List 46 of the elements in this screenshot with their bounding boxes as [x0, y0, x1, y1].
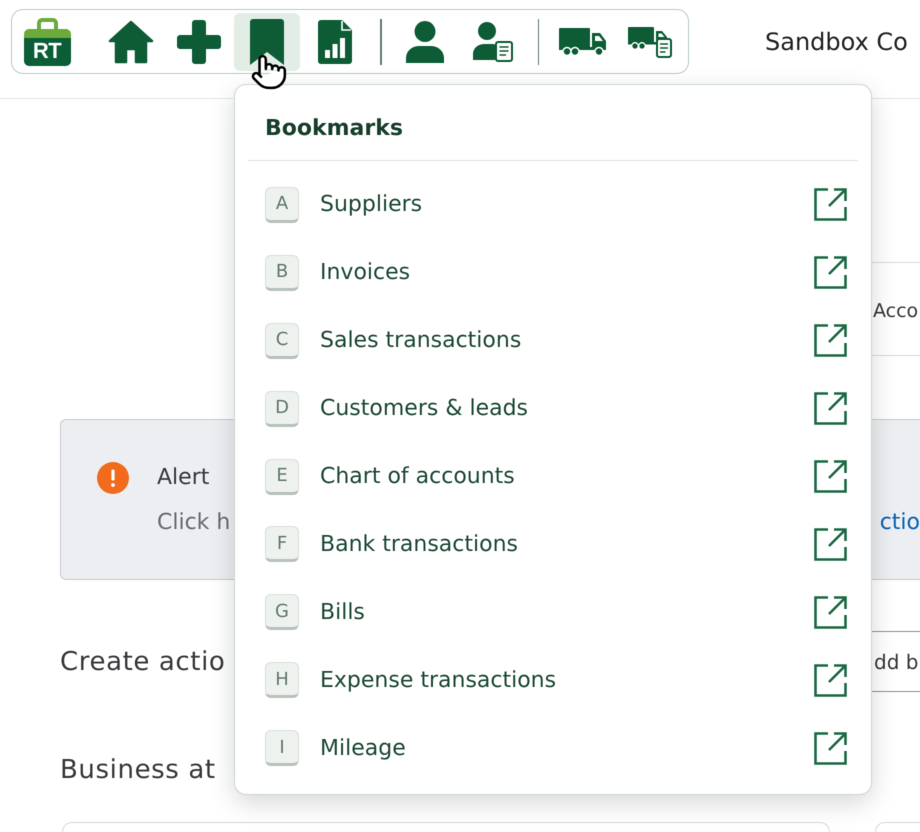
bookmark-link[interactable]: Chart of accounts — [320, 464, 515, 489]
truck-icon — [558, 28, 606, 56]
person-icon — [406, 20, 444, 62]
bookmark-link[interactable]: Customers & leads — [320, 396, 528, 422]
shortcut-key: C — [265, 322, 299, 359]
alert-icon — [97, 462, 129, 494]
summary-card — [875, 822, 920, 832]
shortcut-key: E — [265, 458, 299, 494]
shortcut-key: D — [265, 390, 299, 427]
external-link-icon[interactable] — [813, 323, 848, 358]
alert-title: Alert — [157, 464, 210, 492]
alert-link[interactable]: ctio — [880, 508, 920, 538]
external-link-icon[interactable] — [813, 459, 848, 494]
home-icon — [108, 20, 154, 64]
bookmark-link[interactable]: Sales transactions — [320, 328, 522, 354]
bookmark-icon — [250, 18, 284, 64]
person-document-icon — [472, 22, 512, 62]
truck-document-icon — [628, 25, 672, 58]
shortcut-key: A — [265, 186, 299, 223]
alert-text: Click h — [157, 509, 230, 537]
external-link-icon[interactable] — [813, 187, 848, 222]
shortcut-key: F — [265, 526, 299, 562]
external-link-icon[interactable] — [813, 730, 848, 766]
bar-chart-document-icon — [318, 20, 352, 64]
bookmark-link[interactable]: Bills — [320, 600, 365, 625]
bookmarks-button[interactable] — [234, 12, 300, 70]
shortcut-key: B — [265, 254, 299, 291]
shortcut-key: H — [265, 662, 299, 698]
external-link-icon[interactable] — [813, 594, 848, 630]
dropdown-title: Bookmarks — [265, 115, 403, 143]
external-link-icon[interactable] — [813, 255, 848, 290]
external-link-icon[interactable] — [813, 662, 848, 698]
shortcut-key: I — [265, 730, 299, 766]
bookmark-link[interactable]: Invoices — [320, 260, 410, 286]
plus-icon — [177, 20, 221, 64]
section-heading: Create actio — [60, 646, 226, 678]
external-link-icon[interactable] — [813, 391, 848, 426]
bookmark-link[interactable]: Expense transactions — [320, 668, 556, 693]
external-link-icon[interactable] — [813, 526, 848, 562]
company-name: Sandbox Co — [765, 26, 908, 58]
bookmark-link[interactable]: Mileage — [320, 736, 406, 761]
outline-button[interactable]: dd b — [872, 631, 920, 692]
section-heading: Business at — [60, 754, 216, 786]
bookmark-link[interactable]: Suppliers — [320, 192, 422, 218]
shortcut-key: G — [265, 594, 299, 630]
bookmark-link[interactable]: Bank transactions — [320, 532, 518, 557]
